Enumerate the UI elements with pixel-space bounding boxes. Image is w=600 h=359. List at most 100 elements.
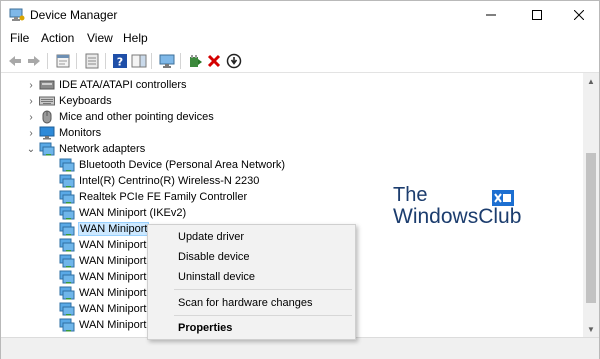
network-adapter-icon <box>59 254 75 268</box>
scroll-thumb[interactable] <box>586 153 596 303</box>
title-bar: Device Manager <box>1 1 599 29</box>
expand-chevron-icon[interactable]: › <box>25 77 37 93</box>
svg-text:?: ? <box>117 56 123 69</box>
monitor-button[interactable] <box>158 52 176 70</box>
help-icon: ? <box>113 54 127 69</box>
network-adapter-icon <box>59 238 75 252</box>
keyboard-icon <box>39 96 55 106</box>
tree-label: Mice and other pointing devices <box>59 111 214 123</box>
tree-category-mice[interactable]: › Mice and other pointing devices <box>25 109 214 125</box>
monitor-icon <box>159 54 175 68</box>
menu-bar: File Action View Help <box>1 29 599 49</box>
menu-help[interactable]: Help <box>123 31 148 45</box>
device-manager-window: Device Manager File Action View Help ? ›… <box>0 0 600 359</box>
tree-item-adapter[interactable]: WAN Miniport <box>57 253 146 269</box>
network-adapter-icon <box>59 318 75 332</box>
back-icon <box>9 56 21 66</box>
action-pane-button[interactable] <box>130 52 148 70</box>
scan-changes-icon <box>226 53 242 69</box>
context-uninstall-device[interactable]: Uninstall device <box>178 271 255 283</box>
toolbar-separator <box>151 53 152 69</box>
tree-label: WAN Miniport <box>79 319 147 331</box>
tree-label: Bluetooth Device (Personal Area Network) <box>79 159 286 171</box>
uninstall-button[interactable] <box>205 52 223 70</box>
tree-label: IDE ATA/ATAPI controllers <box>59 79 187 91</box>
tree-item-adapter[interactable]: WAN Miniport <box>57 317 146 333</box>
back-button[interactable] <box>6 52 24 70</box>
tree-label: WAN Miniport (IKEv2) <box>79 207 187 219</box>
toolbar: ? <box>1 50 599 72</box>
menu-action[interactable]: Action <box>41 31 74 45</box>
action-pane-icon <box>131 54 147 68</box>
context-menu: Update driver Disable device Uninstall d… <box>147 224 356 340</box>
update-driver-button[interactable] <box>186 52 204 70</box>
tree-item-adapter-selected[interactable]: WAN Miniport <box>57 221 150 237</box>
device-manager-icon <box>9 8 25 21</box>
close-icon <box>574 10 584 20</box>
collapse-chevron-icon[interactable]: ⌄ <box>25 141 37 157</box>
tree-item-adapter[interactable]: WAN Miniport <box>57 301 146 317</box>
forward-button[interactable] <box>25 52 43 70</box>
monitor-icon <box>39 126 55 140</box>
expand-chevron-icon[interactable]: › <box>25 125 37 141</box>
properties-icon <box>56 54 70 68</box>
expand-chevron-icon[interactable]: › <box>25 109 37 125</box>
show-hidden-button[interactable] <box>83 52 101 70</box>
tree-item-adapter[interactable]: WAN Miniport (IKEv2) <box>57 205 186 221</box>
properties-button[interactable] <box>54 52 72 70</box>
tree-label: WAN Miniport <box>77 222 150 236</box>
tree-label: WAN Miniport <box>79 303 147 315</box>
toolbar-separator <box>76 53 77 69</box>
context-properties[interactable]: Properties <box>178 322 232 334</box>
tree-category-ide[interactable]: › IDE ATA/ATAPI controllers <box>25 77 187 93</box>
expand-chevron-icon[interactable]: › <box>25 93 37 109</box>
tree-category-network-adapters[interactable]: ⌄ Network adapters <box>25 141 145 157</box>
window-title: Device Manager <box>30 8 118 22</box>
update-driver-icon <box>190 55 202 67</box>
context-scan-hardware[interactable]: Scan for hardware changes <box>178 297 313 309</box>
menu-file[interactable]: File <box>10 31 29 45</box>
menu-view[interactable]: View <box>87 31 113 45</box>
network-adapter-icon <box>59 286 75 300</box>
tree-item-adapter[interactable]: Bluetooth Device (Personal Area Network) <box>57 157 285 173</box>
close-button[interactable] <box>557 1 600 29</box>
scroll-down-icon[interactable]: ▼ <box>583 321 599 337</box>
show-hidden-icon <box>85 53 99 69</box>
tree-label: WAN Miniport <box>79 239 147 251</box>
context-disable-device[interactable]: Disable device <box>178 251 250 263</box>
network-adapter-icon <box>59 158 75 172</box>
status-bar <box>1 337 599 359</box>
mouse-icon <box>42 110 52 124</box>
context-separator <box>174 315 352 316</box>
tree-label: Keyboards <box>59 95 112 107</box>
context-update-driver[interactable]: Update driver <box>178 231 244 243</box>
scroll-up-icon[interactable]: ▲ <box>583 73 599 89</box>
tree-item-adapter[interactable]: Intel(R) Centrino(R) Wireless-N 2230 <box>57 173 259 189</box>
help-button[interactable]: ? <box>111 52 129 70</box>
tree-label: Network adapters <box>59 143 146 155</box>
tree-label: Realtek PCIe FE Family Controller <box>79 191 248 203</box>
maximize-button[interactable] <box>515 1 559 29</box>
tree-category-monitors[interactable]: › Monitors <box>25 125 101 141</box>
minimize-icon <box>486 14 496 16</box>
watermark: The WindowsClub <box>393 185 521 229</box>
tree-item-adapter[interactable]: Realtek PCIe FE Family Controller <box>57 189 247 205</box>
network-adapter-icon <box>39 142 55 156</box>
tree-label: Intel(R) Centrino(R) Wireless-N 2230 <box>79 175 260 187</box>
network-adapter-icon <box>59 174 75 188</box>
minimize-button[interactable] <box>469 1 513 29</box>
tree-item-adapter[interactable]: WAN Miniport <box>57 237 146 253</box>
tree-item-adapter[interactable]: WAN Miniport <box>57 285 146 301</box>
tree-category-keyboards[interactable]: › Keyboards <box>25 93 112 109</box>
network-adapter-icon <box>59 270 75 284</box>
tree-label: WAN Miniport <box>79 255 147 267</box>
uninstall-icon <box>207 54 221 68</box>
toolbar-separator <box>47 53 48 69</box>
tree-item-adapter[interactable]: WAN Miniport <box>57 269 146 285</box>
watermark-logo-icon <box>492 190 514 206</box>
network-adapter-icon <box>59 190 75 204</box>
scan-changes-button[interactable] <box>225 52 243 70</box>
context-separator <box>174 289 352 290</box>
vertical-scrollbar[interactable]: ▲ ▼ <box>583 73 599 337</box>
tree-label: WAN Miniport <box>79 271 147 283</box>
